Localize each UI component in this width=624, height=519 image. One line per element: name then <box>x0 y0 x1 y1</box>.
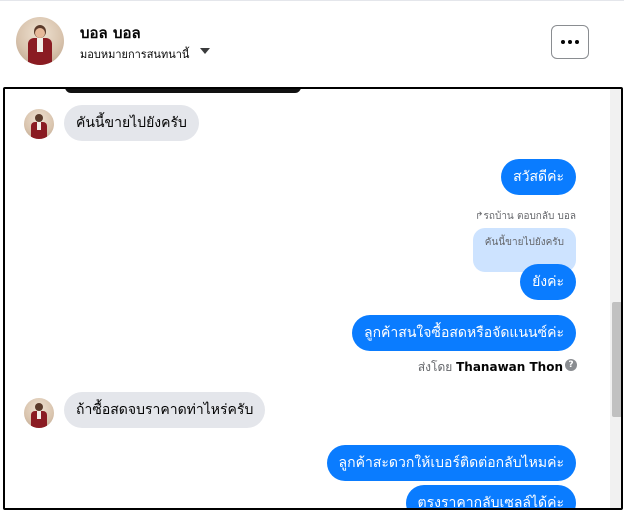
more-options-button[interactable] <box>551 25 589 59</box>
outgoing-message[interactable]: ลูกค้าสนใจซื้อสดหรือจัดแนนซ์ค่ะ <box>352 315 576 351</box>
more-dots-icon <box>561 40 565 44</box>
previous-message-edge <box>65 89 301 93</box>
conversation-header: บอล บอล มอบหมายการสนทนานี้ <box>0 0 624 88</box>
help-circle-icon[interactable]: ? <box>565 359 577 371</box>
header-divider <box>0 0 624 1</box>
scrollbar-thumb[interactable] <box>612 302 621 417</box>
sender-avatar <box>24 398 54 428</box>
incoming-message[interactable]: คันนี้ขายไปยังครับ <box>64 105 199 141</box>
reply-indicator: ↱รถบ้าน ตอบกลับ บอล <box>475 211 576 222</box>
outgoing-message[interactable]: ยังค่ะ <box>520 264 576 300</box>
reply-arrow-icon: ↱ <box>475 211 484 222</box>
incoming-message[interactable]: ถ้าซื้อสดจบราคาดท่าไหร่ครับ <box>64 392 266 428</box>
caret-down-icon[interactable] <box>200 48 210 54</box>
assign-conversation-dropdown[interactable]: มอบหมายการสนทนานี้ <box>80 45 189 63</box>
message-thread[interactable]: คันนี้ขายไปยังครับ สวัสดีค่ะ ↱รถบ้าน ตอบ… <box>3 87 623 510</box>
contact-name[interactable]: บอล บอล <box>80 21 141 45</box>
outgoing-message[interactable]: สวัสดีค่ะ <box>501 159 576 195</box>
contact-avatar[interactable] <box>16 17 64 65</box>
sender-avatar <box>24 109 54 139</box>
outgoing-message[interactable]: ลูกค้าสะดวกให้เบอร์ติดต่อกลับไหมค่ะ <box>326 445 576 481</box>
scrollbar-track[interactable] <box>610 89 621 508</box>
sent-by-label: ส่งโดย Thanawan Thon <box>417 360 563 374</box>
outgoing-message[interactable]: ตรงราคากลับเซลล์ได้ค่ะ <box>405 485 576 508</box>
